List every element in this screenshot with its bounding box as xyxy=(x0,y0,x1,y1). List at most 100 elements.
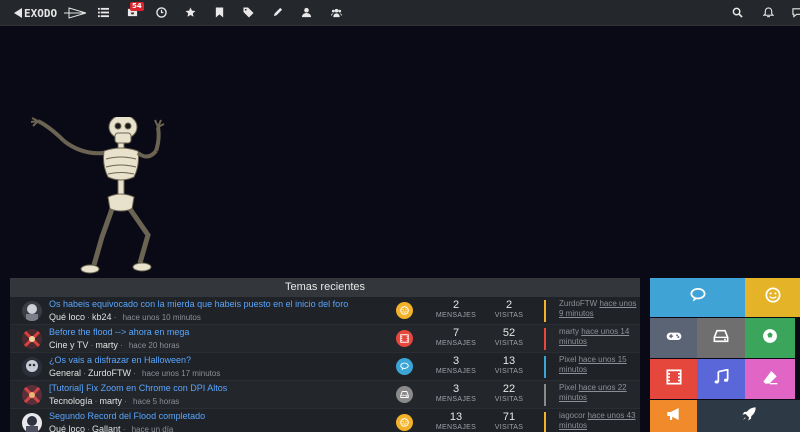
topic-author[interactable]: ZurdoFTW xyxy=(88,368,131,378)
search-icon[interactable] xyxy=(731,6,743,18)
topic-time: hace unos 10 minutos xyxy=(122,313,201,322)
chat-icon[interactable] xyxy=(791,6,800,18)
logo-mark: EXODO xyxy=(14,7,86,20)
film-icon[interactable] xyxy=(396,330,413,347)
logo-text: EXODO xyxy=(24,7,57,20)
smile-icon xyxy=(764,287,781,308)
topic-category[interactable]: Qué loco xyxy=(49,312,85,322)
eraser-icon xyxy=(762,369,778,390)
avatar[interactable] xyxy=(22,329,42,349)
smile-icon[interactable] xyxy=(396,302,413,319)
messages-count: 3 MENSAJES xyxy=(435,383,477,403)
dancing-skeleton-image xyxy=(30,117,165,274)
messages-count: 2 MENSAJES xyxy=(435,299,477,319)
topic-meta: Qué loco · kb24 · hace unos 10 minutos xyxy=(49,312,201,322)
messages-count: 13 MENSAJES xyxy=(435,411,477,431)
topic-category[interactable]: Qué loco xyxy=(49,424,85,432)
avatar[interactable] xyxy=(22,357,42,377)
clock-icon[interactable] xyxy=(155,6,167,18)
category-tile-music[interactable] xyxy=(697,359,745,399)
hdd-icon[interactable] xyxy=(396,386,413,403)
bookmark-icon[interactable] xyxy=(213,6,225,18)
topic-category[interactable]: Cine y TV xyxy=(49,340,88,350)
notification-badge: 54 xyxy=(130,2,144,11)
category-color-bar xyxy=(544,300,546,322)
category-color-bar xyxy=(544,384,546,406)
topic-title-link[interactable]: Before the flood --> ahora en mega xyxy=(49,327,189,337)
topic-title-link[interactable]: Segundo Record del Flood completado xyxy=(49,411,205,421)
category-tile-comments[interactable] xyxy=(650,278,745,317)
recent-topics-header: Temas recientes xyxy=(10,278,640,297)
top-navbar: EXODO 54 xyxy=(0,0,800,26)
group-icon[interactable] xyxy=(330,6,342,18)
last-reply: iagocor hace unos 43 minutos xyxy=(559,411,639,431)
topic-author[interactable]: Gallant xyxy=(92,424,121,432)
smile-icon[interactable] xyxy=(396,414,413,431)
topic-row[interactable]: Segundo Record del Flood completado Qué … xyxy=(10,409,640,432)
avatar[interactable] xyxy=(22,385,42,405)
topic-time: hace 5 horas xyxy=(133,397,180,406)
hdd-icon xyxy=(713,328,729,349)
bell-icon[interactable] xyxy=(762,6,774,18)
category-tile-eraser[interactable] xyxy=(745,359,795,399)
comments-icon[interactable] xyxy=(396,358,413,375)
last-reply-user[interactable]: marty xyxy=(559,327,579,336)
soccer-icon xyxy=(762,328,778,349)
visits-count: 71 VISITAS xyxy=(494,411,524,431)
topic-title-link[interactable]: ¿Os vais a disfrazar en Halloween? xyxy=(49,355,191,365)
pen-icon[interactable] xyxy=(271,6,283,18)
header-banner xyxy=(0,27,800,274)
last-reply: Pixel hace unos 15 minutos xyxy=(559,355,639,375)
last-reply-user[interactable]: ZurdoFTW xyxy=(559,299,597,308)
tags-icon[interactable] xyxy=(242,6,254,18)
topic-author[interactable]: marty xyxy=(100,396,123,406)
topic-time: hace 20 horas xyxy=(128,341,180,350)
category-tile-soccer[interactable] xyxy=(745,318,795,358)
topic-time: hace un día xyxy=(131,425,174,432)
category-tile-hdd[interactable] xyxy=(697,318,745,358)
category-tile-rocket[interactable] xyxy=(697,400,800,432)
category-tile-bullhorn[interactable] xyxy=(650,400,697,432)
user-icon[interactable] xyxy=(300,6,312,18)
site-logo[interactable]: EXODO xyxy=(14,5,86,21)
topic-row[interactable]: Os habeis equivocado con la mierda que h… xyxy=(10,297,640,325)
category-tile-film[interactable] xyxy=(650,359,697,399)
avatar[interactable] xyxy=(22,301,42,321)
topic-category[interactable]: General xyxy=(49,368,81,378)
topic-author[interactable]: marty xyxy=(95,340,118,350)
last-reply-user[interactable]: Pixel xyxy=(559,383,576,392)
messages-count: 7 MENSAJES xyxy=(435,327,477,347)
category-color-bar xyxy=(544,412,546,432)
topic-category[interactable]: Tecnología xyxy=(49,396,93,406)
visits-count: 22 VISITAS xyxy=(494,383,524,403)
category-tile-smile[interactable] xyxy=(745,278,800,317)
topic-meta: Qué loco · Gallant · hace un día xyxy=(49,424,174,432)
last-reply: ZurdoFTW hace unos 9 minutos xyxy=(559,299,639,319)
topic-title-link[interactable]: Os habeis equivocado con la mierda que h… xyxy=(49,299,348,309)
comments-icon xyxy=(689,287,706,308)
list-icon[interactable] xyxy=(97,6,109,18)
topic-meta: Tecnología · marty · hace 5 horas xyxy=(49,396,180,406)
visits-count: 52 VISITAS xyxy=(494,327,524,347)
topic-time: hace unos 17 minutos xyxy=(142,369,221,378)
gamepad-icon xyxy=(666,328,682,349)
music-icon xyxy=(713,368,729,390)
topic-row[interactable]: [Tutorial] Fix Zoom en Chrome con DPI Al… xyxy=(10,381,640,409)
messages-count: 3 MENSAJES xyxy=(435,355,477,375)
topic-author[interactable]: kb24 xyxy=(92,312,112,322)
last-reply-user[interactable]: iagocor xyxy=(559,411,585,420)
avatar[interactable] xyxy=(22,413,42,432)
category-color-bar xyxy=(544,328,546,350)
topic-meta: Cine y TV · marty · hace 20 horas xyxy=(49,340,180,350)
topic-title-link[interactable]: [Tutorial] Fix Zoom en Chrome con DPI Al… xyxy=(49,383,227,393)
last-reply-user[interactable]: Pixel xyxy=(559,355,576,364)
star-icon[interactable] xyxy=(184,6,196,18)
last-reply: marty hace unos 14 minutos xyxy=(559,327,639,347)
recent-topics-panel: Temas recientes Os habeis equivocado con… xyxy=(10,278,640,432)
topic-row[interactable]: Before the flood --> ahora en mega Cine … xyxy=(10,325,640,353)
rocket-icon xyxy=(741,406,757,427)
film-icon xyxy=(665,368,682,390)
category-tile-gamepad[interactable] xyxy=(650,318,697,358)
topic-meta: General · ZurdoFTW · hace unos 17 minutos xyxy=(49,368,221,378)
topic-row[interactable]: ¿Os vais a disfrazar en Halloween? Gener… xyxy=(10,353,640,381)
